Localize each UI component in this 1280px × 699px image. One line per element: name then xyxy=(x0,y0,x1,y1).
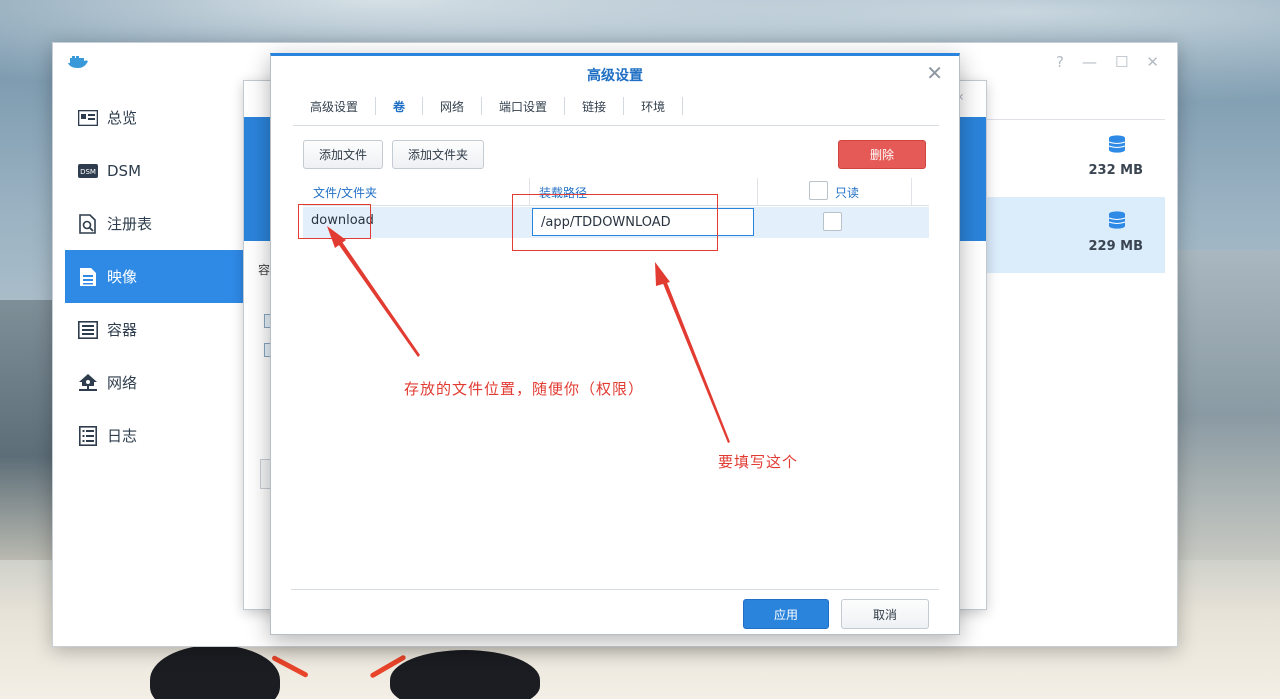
readonly-all-checkbox[interactable] xyxy=(809,181,828,200)
wallpaper-left xyxy=(0,300,55,560)
list-header-rule xyxy=(983,119,1165,120)
tab-advanced-settings[interactable]: 高级设置 xyxy=(293,92,375,120)
maximize-icon[interactable]: ☐ xyxy=(1115,53,1128,71)
sidebar-item-label: 映像 xyxy=(107,268,138,286)
network-icon xyxy=(77,373,99,393)
image-icon xyxy=(77,267,99,287)
overview-icon xyxy=(77,108,99,128)
annotation-box-path xyxy=(512,194,718,251)
image-size: 232 MB xyxy=(1088,163,1143,178)
tabs-divider xyxy=(293,125,939,126)
close-icon[interactable]: ✕ xyxy=(926,61,943,85)
minimize-icon[interactable]: — xyxy=(1082,53,1097,71)
add-file-button[interactable]: 添加文件 xyxy=(303,140,384,169)
column-divider xyxy=(911,178,912,206)
advanced-settings-dialog: 高级设置 ✕ 高级设置 卷 网络 端口设置 链接 环境 添加文件 添加文件夹 删… xyxy=(270,53,960,635)
sidebar-item-overview[interactable]: 总览 xyxy=(65,91,245,144)
background-input-edge xyxy=(260,459,270,489)
add-folder-button[interactable]: 添加文件夹 xyxy=(392,140,485,169)
sidebar-item-label: DSM xyxy=(107,161,142,180)
sidebar-item-network[interactable]: 网络 xyxy=(65,356,245,409)
sidebar-item-dsm[interactable]: DSM DSM xyxy=(65,144,245,197)
tab-network[interactable]: 网络 xyxy=(423,92,481,120)
registry-icon xyxy=(77,213,99,234)
image-size-list: 232 MB 229 MB xyxy=(983,121,1165,273)
apply-button[interactable]: 应用 xyxy=(743,599,829,629)
delete-button[interactable]: 删除 xyxy=(838,140,926,169)
sidebar-item-log[interactable]: 日志 xyxy=(65,409,245,462)
image-size: 229 MB xyxy=(1088,239,1143,254)
background-label: 容 xyxy=(258,263,271,277)
sidebar-item-container[interactable]: 容器 xyxy=(65,303,245,356)
sidebar-item-label: 注册表 xyxy=(107,215,153,233)
tab-divider xyxy=(682,97,684,115)
log-icon xyxy=(77,425,99,446)
sidebar-item-label: 总览 xyxy=(107,109,138,127)
annotation-box-folder xyxy=(298,204,371,239)
cancel-button[interactable]: 取消 xyxy=(841,599,929,629)
database-icon xyxy=(1108,211,1126,229)
list-item[interactable]: 229 MB xyxy=(983,197,1165,273)
annotation-note-folder: 存放的文件位置，随便你（权限） xyxy=(404,380,645,398)
annotation-note-path: 要填写这个 xyxy=(718,453,799,471)
container-icon xyxy=(77,320,99,340)
sidebar-item-image[interactable]: 映像 xyxy=(65,250,245,303)
tab-port-settings[interactable]: 端口设置 xyxy=(482,92,564,120)
tab-links[interactable]: 链接 xyxy=(565,92,623,120)
sidebar-item-label: 网络 xyxy=(107,374,138,392)
column-folder[interactable]: 文件/文件夹 xyxy=(313,184,377,201)
help-icon[interactable]: ? xyxy=(1056,53,1064,71)
wallpaper-right xyxy=(1178,250,1280,580)
database-icon xyxy=(1108,135,1126,153)
window-controls: ? — ☐ ✕ xyxy=(1056,53,1159,71)
list-item[interactable]: 232 MB xyxy=(983,121,1165,197)
dialog-title: 高级设置 xyxy=(587,68,643,84)
close-icon[interactable]: ✕ xyxy=(1146,53,1159,71)
sidebar-item-registry[interactable]: 注册表 xyxy=(65,197,245,250)
svg-text:DSM: DSM xyxy=(80,168,96,176)
background-header-band xyxy=(244,117,272,241)
column-divider xyxy=(757,178,758,206)
column-readonly[interactable]: 只读 xyxy=(835,184,859,201)
dialog-tabs: 高级设置 卷 网络 端口设置 链接 环境 xyxy=(293,92,684,122)
sidebar: 总览 DSM DSM 注册表 映像 容器 网络 日志 xyxy=(65,91,245,462)
tab-volume[interactable]: 卷 xyxy=(376,92,422,120)
background-header-band-right xyxy=(958,117,986,241)
tab-environment[interactable]: 环境 xyxy=(624,92,682,120)
readonly-checkbox[interactable] xyxy=(823,212,842,231)
docker-logo-icon xyxy=(68,56,88,68)
sidebar-item-label: 日志 xyxy=(107,427,138,445)
footer-divider xyxy=(291,589,939,590)
sidebar-item-label: 容器 xyxy=(107,321,138,339)
dsm-icon: DSM xyxy=(77,161,99,181)
